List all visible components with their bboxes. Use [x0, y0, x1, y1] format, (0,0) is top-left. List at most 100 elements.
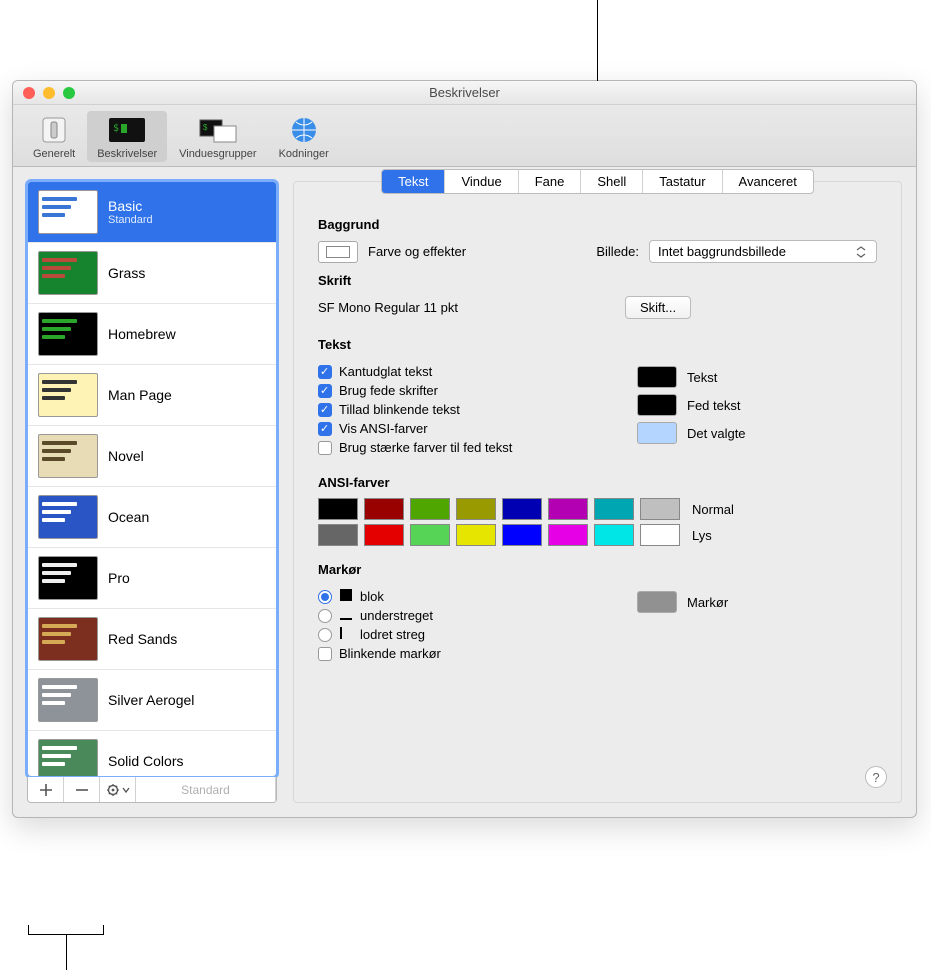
tab-tastatur[interactable]: Tastatur	[643, 170, 722, 193]
color-label: Fed tekst	[687, 398, 740, 413]
text-option[interactable]: Vis ANSI-farver	[318, 421, 609, 436]
profile-actions-menu[interactable]	[100, 777, 136, 802]
background-color-label: Farve og effekter	[368, 244, 466, 259]
profile-row[interactable]: Grass	[28, 243, 276, 304]
profile-name: Basic	[108, 198, 153, 214]
profile-row[interactable]: Novel	[28, 426, 276, 487]
profile-row[interactable]: Silver Aerogel	[28, 670, 276, 731]
toolbar-general[interactable]: Generelt	[23, 111, 85, 162]
ansi-color-well[interactable]	[640, 498, 680, 520]
profile-thumbnail	[38, 190, 98, 234]
callout-tick	[103, 925, 104, 935]
toolbar-label: Vinduesgrupper	[179, 148, 256, 160]
add-profile-button[interactable]	[28, 777, 64, 802]
profile-row[interactable]: Pro	[28, 548, 276, 609]
radio[interactable]	[318, 590, 332, 604]
tab-avanceret[interactable]: Avanceret	[723, 170, 813, 193]
tab-tekst[interactable]: Tekst	[382, 170, 445, 193]
cursor-options: blok understreget lodret streg Blinkende ma…	[318, 585, 609, 665]
profile-name: Red Sands	[108, 631, 177, 647]
dropdown-value: Intet baggrundsbillede	[658, 244, 786, 259]
cursor-shape-option[interactable]: blok	[318, 589, 609, 604]
text-option[interactable]: Tillad blinkende tekst	[318, 402, 609, 417]
ansi-color-well[interactable]	[364, 498, 404, 520]
toolbar: Generelt $ Beskrivelser $ Vinduesgrupper…	[13, 105, 916, 167]
ansi-color-well[interactable]	[456, 524, 496, 546]
cursor-shape-option[interactable]: understreget	[318, 608, 609, 623]
profile-row[interactable]: BasicStandard	[28, 182, 276, 243]
ansi-color-well[interactable]	[364, 524, 404, 546]
remove-profile-button[interactable]	[64, 777, 100, 802]
tab-shell[interactable]: Shell	[581, 170, 643, 193]
ansi-color-well[interactable]	[410, 524, 450, 546]
profile-thumbnail	[38, 373, 98, 417]
background-color-well[interactable]	[318, 241, 358, 263]
checkbox[interactable]	[318, 422, 332, 436]
profile-thumbnail	[38, 739, 98, 777]
ansi-color-well[interactable]	[410, 498, 450, 520]
radio-label: lodret streg	[360, 627, 425, 642]
profile-name: Homebrew	[108, 326, 176, 342]
profile-thumbnail	[38, 312, 98, 356]
text-option[interactable]: Kantudglat tekst	[318, 364, 609, 379]
profile-row[interactable]: Red Sands	[28, 609, 276, 670]
switch-icon	[33, 115, 75, 145]
text-option[interactable]: Brug stærke farver til fed tekst	[318, 440, 609, 455]
help-button[interactable]: ?	[865, 766, 887, 788]
cursor-blink-option[interactable]: Blinkende markør	[318, 646, 609, 661]
heading-cursor: Markør	[318, 562, 877, 577]
toolbar-window-groups[interactable]: $ Vinduesgrupper	[169, 111, 266, 162]
profile-row[interactable]: Solid Colors	[28, 731, 276, 777]
cursor-color-well[interactable]	[637, 591, 677, 613]
checkbox[interactable]	[318, 647, 332, 661]
profile-name: Ocean	[108, 509, 149, 525]
globe-icon	[283, 115, 325, 145]
color-well[interactable]	[637, 422, 677, 444]
ansi-color-well[interactable]	[318, 524, 358, 546]
ansi-color-well[interactable]	[318, 498, 358, 520]
profile-list[interactable]: BasicStandardGrass Homebrew Man PageNovel O…	[27, 181, 277, 777]
ansi-color-well[interactable]	[640, 524, 680, 546]
profile-thumbnail	[38, 617, 98, 661]
background-image-dropdown[interactable]: Intet baggrundsbillede	[649, 240, 877, 263]
toolbar-encodings[interactable]: Kodninger	[269, 111, 339, 162]
tab-vindue[interactable]: Vindue	[445, 170, 518, 193]
profile-row[interactable]: Ocean	[28, 487, 276, 548]
toolbar-profiles[interactable]: $ Beskrivelser	[87, 111, 167, 162]
ansi-row-label: Lys	[692, 528, 712, 543]
ansi-color-well[interactable]	[502, 498, 542, 520]
font-value: SF Mono Regular 11 pkt	[318, 300, 458, 315]
ansi-color-well[interactable]	[594, 524, 634, 546]
tab-fane[interactable]: Fane	[519, 170, 582, 193]
cursor-shape-icon	[340, 608, 352, 623]
ansi-color-well[interactable]	[594, 498, 634, 520]
ansi-color-well[interactable]	[502, 524, 542, 546]
ansi-color-well[interactable]	[548, 524, 588, 546]
set-default-button[interactable]: Standard	[136, 777, 276, 802]
profile-row[interactable]: Homebrew	[28, 304, 276, 365]
cursor-shape-option[interactable]: lodret streg	[318, 627, 609, 642]
checkbox[interactable]	[318, 384, 332, 398]
profile-thumbnail	[38, 251, 98, 295]
text-options: Kantudglat tekst Brug fede skrifter Tillad…	[318, 360, 609, 459]
checkbox-label: Tillad blinkende tekst	[339, 402, 460, 417]
radio[interactable]	[318, 609, 332, 623]
checkbox[interactable]	[318, 441, 332, 455]
checkbox[interactable]	[318, 365, 332, 379]
color-well[interactable]	[637, 366, 677, 388]
checkbox[interactable]	[318, 403, 332, 417]
updown-icon	[854, 245, 868, 259]
radio[interactable]	[318, 628, 332, 642]
heading-background: Baggrund	[318, 217, 877, 232]
ansi-color-well[interactable]	[548, 498, 588, 520]
heading-text: Tekst	[318, 337, 877, 352]
text-option[interactable]: Brug fede skrifter	[318, 383, 609, 398]
ansi-color-well[interactable]	[456, 498, 496, 520]
change-font-button[interactable]: Skift...	[625, 296, 691, 319]
ansi-normal-row: Normal	[318, 498, 877, 520]
profile-thumbnail	[38, 678, 98, 722]
checkbox-label: Brug fede skrifter	[339, 383, 438, 398]
color-well[interactable]	[637, 394, 677, 416]
text-colors: TekstFed tekstDet valgte	[637, 360, 877, 459]
profile-row[interactable]: Man Page	[28, 365, 276, 426]
